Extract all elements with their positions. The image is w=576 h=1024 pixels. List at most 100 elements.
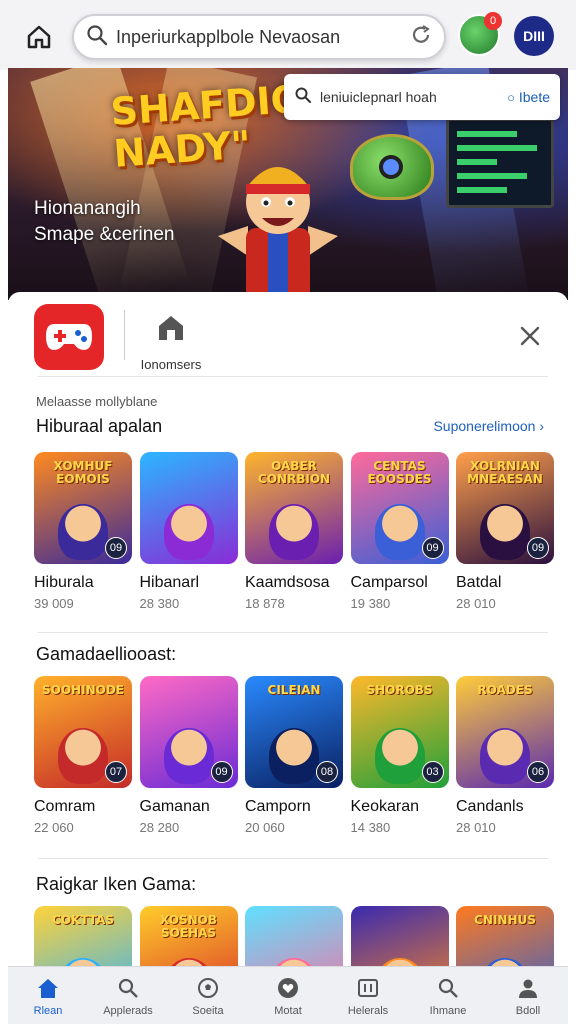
game-meta: 14 380 — [350, 820, 391, 835]
divider — [38, 376, 548, 377]
top-bar: Inperiurkapplbole Nevaosan 0 DIII — [0, 0, 576, 70]
nav-item-home[interactable]: Rlean — [10, 975, 86, 1017]
game-thumbnail[interactable]: OABER CONRBION — [245, 452, 343, 564]
character-graphic — [480, 504, 530, 560]
thumbnail-title: XOSNOB SOEHAS — [159, 913, 218, 940]
game-meta: 20 060 — [245, 820, 285, 835]
hero-subtitle: Hionanangih Smape &cerinen — [34, 196, 174, 248]
rank-badge: 09 — [105, 537, 127, 559]
game-thumbnail[interactable]: CENTAS EOOSDES 09 — [350, 452, 449, 564]
game-card[interactable]: CILEIAN 08 Camporn 20 060 — [245, 676, 343, 835]
game-card[interactable]: Hibanarl 28 380 — [139, 452, 238, 611]
home-icon[interactable] — [22, 20, 56, 54]
gamepad-app-icon[interactable] — [34, 304, 104, 370]
game-thumbnail[interactable]: SHOROBS 03 — [350, 676, 449, 788]
section-title: Hiburaal apalan — [36, 416, 163, 436]
category-label: Ionomsers — [140, 357, 202, 372]
nav-label: Soeita — [192, 1004, 224, 1017]
game-avatar-button[interactable]: 0 — [458, 12, 502, 56]
game-meta: 28 010 — [456, 596, 496, 611]
magnifier-icon — [435, 975, 461, 1001]
divider — [38, 858, 548, 859]
nav-item-profile[interactable]: Bdoll — [490, 975, 566, 1017]
game-card[interactable]: CENTAS EOOSDES 09 Camparsol 19 380 — [350, 452, 449, 611]
game-meta: 22 060 — [34, 820, 74, 835]
game-name: Gamanan — [139, 798, 210, 815]
game-name: Camporn — [245, 798, 311, 815]
nav-item-magnifier[interactable]: Ihmane — [410, 975, 486, 1017]
character-graphic — [163, 504, 214, 560]
game-card[interactable]: XOLRNIAN MNEAESAN 09 Batdal 28 010 — [456, 452, 554, 611]
thumbnail-title: CENTAS EOOSDES — [367, 459, 432, 486]
chevron-right-icon: › — [539, 418, 544, 434]
game-meta: 19 380 — [350, 596, 391, 611]
caption-text: Melaasse mollyblane — [36, 394, 158, 409]
thumbnail-title: XOLRNIAN MNEAESAN — [467, 459, 543, 486]
game-thumbnail[interactable] — [139, 452, 238, 564]
game-card[interactable]: SHOROBS 03 Keokaran 14 380 — [350, 676, 449, 835]
nav-item-heart[interactable]: Motat — [250, 975, 326, 1017]
store-icon — [155, 316, 187, 348]
nav-item-grid[interactable]: Helerals — [330, 975, 406, 1017]
close-icon[interactable] — [516, 322, 544, 350]
see-all-link[interactable]: Suponerelimoon › — [433, 418, 544, 434]
game-card[interactable]: OABER CONRBION Kaamdsosa 18 878 — [245, 452, 343, 611]
category-button[interactable]: Ionomsers — [126, 312, 216, 372]
character-graphic — [58, 504, 108, 560]
thumbnail-title: XOMHUF EOMOIS — [53, 459, 113, 486]
hero-search-input[interactable]: leniuiclepnarl hoah — [320, 89, 507, 105]
thumbnail-title: OABER CONRBION — [257, 459, 331, 486]
game-thumbnail[interactable]: SOOHINODE 07 — [34, 676, 132, 788]
game-meta: 28 280 — [139, 820, 180, 835]
hero-banner[interactable]: SHAFDION NADY" Hionanangih Smape &cerine… — [8, 68, 568, 300]
nav-item-search[interactable]: Applerads — [90, 975, 166, 1017]
thumbnail-title: SHOROBS — [366, 683, 433, 697]
game-card[interactable]: 09 Gamanan 28 280 — [139, 676, 238, 835]
game-name: Batdal — [456, 574, 502, 591]
game-thumbnail[interactable]: ROADES 06 — [456, 676, 554, 788]
game-thumbnail[interactable]: XOMHUF EOMOIS 09 — [34, 452, 132, 564]
character-graphic — [374, 728, 425, 784]
search-input[interactable]: Inperiurkapplbole Nevaosan — [116, 27, 410, 48]
rank-badge: 09 — [527, 537, 549, 559]
grid-icon — [355, 975, 381, 1001]
character-graphic — [374, 504, 425, 560]
character-graphic — [480, 728, 530, 784]
rank-badge: 07 — [105, 761, 127, 783]
game-thumbnail[interactable]: CILEIAN 08 — [245, 676, 343, 788]
nav-label: Motat — [274, 1004, 302, 1017]
divider — [124, 310, 125, 360]
game-name: Kaamdsosa — [245, 574, 330, 591]
game-meta: 18 878 — [245, 596, 285, 611]
rank-badge: 06 — [527, 761, 549, 783]
game-meta: 28 010 — [456, 820, 496, 835]
profile-avatar[interactable]: DIII — [514, 16, 554, 56]
game-thumbnail[interactable]: 09 — [139, 676, 238, 788]
character-graphic — [269, 504, 319, 560]
nav-item-soccer-ball[interactable]: Soeita — [170, 975, 246, 1017]
section-title: Gamadaelliooast: — [36, 644, 177, 664]
see-all-label: Suponerelimoon — [433, 418, 536, 434]
monitor-graphic — [446, 118, 554, 208]
game-card[interactable]: SOOHINODE 07 Comram 22 060 — [34, 676, 132, 835]
section-title: Raigkar Iken Gama: — [36, 874, 197, 894]
game-card[interactable]: ROADES 06 Candanls 28 010 — [456, 676, 554, 835]
notification-badge: 0 — [484, 12, 502, 30]
game-name: Camparsol — [350, 574, 428, 591]
rank-badge: 08 — [316, 761, 338, 783]
search-icon — [115, 975, 141, 1001]
hero-search-button[interactable]: ○ Ibete — [507, 89, 550, 105]
divider — [38, 632, 548, 633]
hero-search-bar[interactable]: leniuiclepnarl hoah ○ Ibete — [284, 74, 560, 120]
helmet-graphic — [350, 134, 434, 200]
game-card[interactable]: XOMHUF EOMOIS 09 Hiburala 39 009 — [34, 452, 132, 611]
mascot-character — [218, 167, 338, 300]
game-name: Candanls — [456, 798, 524, 815]
game-meta: 39 009 — [34, 596, 74, 611]
game-thumbnail[interactable]: XOLRNIAN MNEAESAN 09 — [456, 452, 554, 564]
thumbnail-title: CILEIAN — [267, 683, 321, 697]
search-bar[interactable]: Inperiurkapplbole Nevaosan — [72, 14, 446, 60]
refresh-icon[interactable] — [410, 24, 432, 51]
hero-search-button-label: Ibete — [518, 89, 550, 105]
game-name: Hiburala — [34, 574, 94, 591]
